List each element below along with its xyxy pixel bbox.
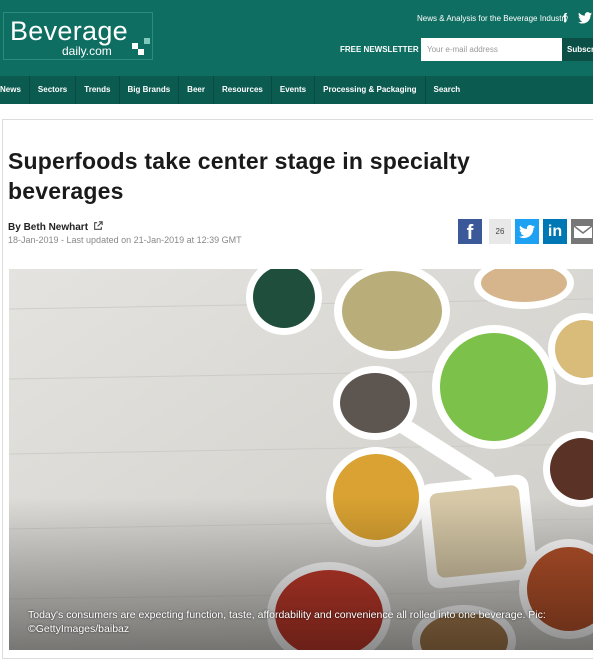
newsletter-label: FREE NEWSLETTER (340, 45, 419, 54)
article-hero-image (9, 269, 593, 650)
nav-item-events[interactable]: Events (272, 76, 316, 104)
author-link[interactable]: Beth Newhart (24, 222, 88, 233)
nav-item-sectors[interactable]: Sectors (30, 76, 77, 104)
facebook-header-icon[interactable]: f (563, 11, 567, 25)
site-header: Beverage daily.com News & Analysis for t… (0, 0, 593, 76)
article-dateline: 18-Jan-2019 - Last updated on 21-Jan-201… (8, 235, 242, 245)
linkedin-share-icon[interactable]: in (543, 219, 567, 244)
nav-item-processing-packaging[interactable]: Processing & Packaging (315, 76, 426, 104)
facebook-share-icon[interactable]: f (458, 219, 482, 244)
twitter-header-icon[interactable] (578, 12, 592, 24)
nav-item-big-brands[interactable]: Big Brands (120, 76, 180, 104)
newsletter-email-input[interactable] (421, 38, 562, 61)
share-count: 26 (489, 219, 511, 244)
article-headline: Superfoods take center stage in specialt… (8, 148, 470, 204)
nav-item-trends[interactable]: Trends (76, 76, 120, 104)
nav-item-resources[interactable]: Resources (214, 76, 272, 104)
superfood-bowls-illustration (9, 269, 593, 650)
main-nav: News Sectors Trends Big Brands Beer Reso… (0, 76, 593, 104)
logo-main-text: Beverage (10, 16, 128, 46)
logo-sub-text: daily.com (62, 44, 112, 58)
nav-item-beer[interactable]: Beer (179, 76, 214, 104)
site-logo[interactable]: Beverage daily.com (3, 12, 153, 60)
image-caption: Today's consumers are expecting function… (28, 609, 546, 635)
nav-item-search[interactable]: Search (426, 76, 469, 104)
logo-mark-icon (132, 38, 150, 55)
site-tagline: News & Analysis for the Beverage Industr… (417, 14, 569, 23)
byline-prefix: By (8, 222, 21, 233)
external-link-icon[interactable] (93, 221, 103, 231)
subscribe-button[interactable]: Subscr (562, 38, 593, 61)
nav-item-news[interactable]: News (0, 76, 30, 104)
email-share-icon[interactable] (571, 219, 593, 244)
twitter-share-icon[interactable] (515, 219, 539, 244)
article-byline: By Beth Newhart (8, 221, 103, 233)
